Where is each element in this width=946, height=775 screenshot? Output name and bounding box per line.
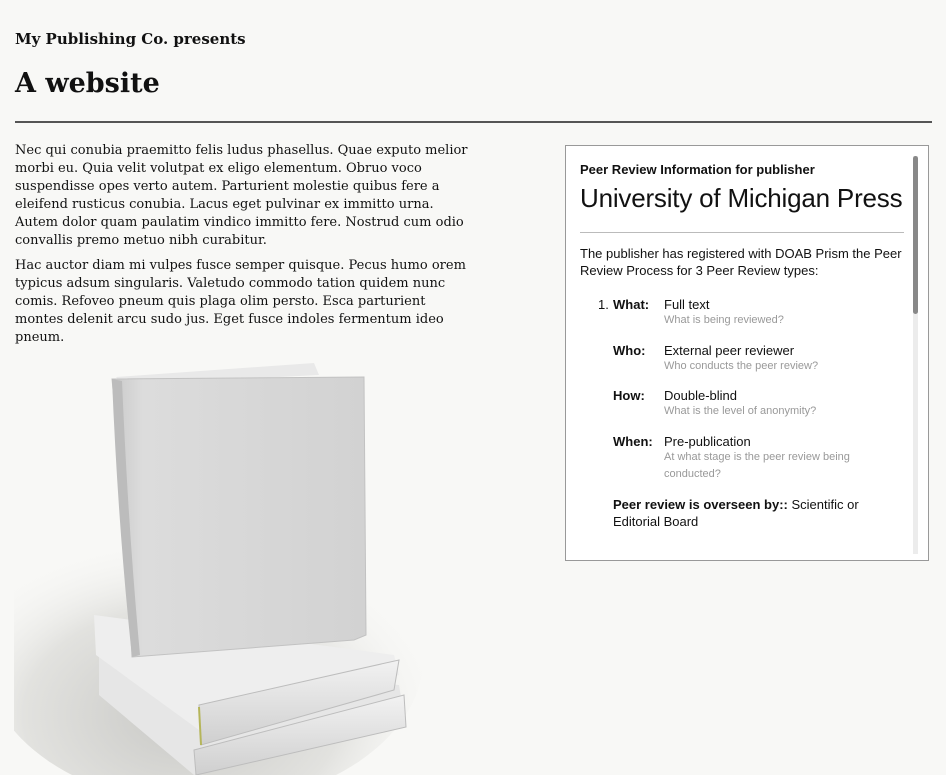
field-key-when: When: bbox=[613, 434, 653, 449]
field-value-text: Full text bbox=[664, 297, 710, 312]
peer-review-content: Peer Review Information for publisher Un… bbox=[580, 162, 906, 279]
field-help-text: At what stage is the peer review being c… bbox=[664, 451, 850, 480]
field-key-who: Who: bbox=[613, 343, 646, 358]
site-pretitle: My Publishing Co. presents bbox=[15, 30, 246, 48]
oversight-label: Peer review is overseen by:: bbox=[613, 497, 788, 512]
widget-intro: The publisher has registered with DOAB P… bbox=[580, 246, 902, 278]
field-help-text: What is the level of anonymity? bbox=[664, 405, 817, 417]
field-value-when: Pre-publication At what stage is the pee… bbox=[664, 434, 874, 483]
widget-kicker: Peer Review Information for publisher bbox=[580, 162, 815, 177]
field-value-what: Full text What is being reviewed? bbox=[664, 297, 874, 329]
widget-divider bbox=[580, 232, 904, 233]
peer-review-widget[interactable]: Peer Review Information for publisher Un… bbox=[565, 145, 929, 561]
header-divider bbox=[15, 121, 932, 123]
list-item-number: 1. bbox=[598, 297, 609, 312]
site-title: A website bbox=[15, 68, 160, 99]
body-paragraph-1: Nec qui conubia praemitto felis ludus ph… bbox=[15, 143, 468, 248]
oversight-statement: Peer review is overseen by:: Scientific … bbox=[613, 496, 883, 530]
field-key-what: What: bbox=[613, 297, 650, 312]
publisher-name: University of Michigan Press bbox=[580, 183, 903, 213]
field-value-how: Double-blind What is the level of anonym… bbox=[664, 388, 874, 420]
field-key-how: How: bbox=[613, 388, 645, 403]
field-value-text: Pre-publication bbox=[664, 434, 751, 449]
scrollbar-thumb[interactable] bbox=[913, 156, 918, 314]
body-paragraph-2: Hac auctor diam mi vulpes fusce semper q… bbox=[15, 258, 466, 345]
field-help-text: What is being reviewed? bbox=[664, 314, 784, 326]
field-value-text: Double-blind bbox=[664, 388, 737, 403]
stacked-books-image bbox=[14, 363, 424, 775]
widget-scrollbar[interactable] bbox=[913, 156, 918, 554]
field-help-text: Who conducts the peer review? bbox=[664, 360, 819, 372]
field-value-who: External peer reviewer Who conducts the … bbox=[664, 343, 874, 375]
field-value-text: External peer reviewer bbox=[664, 343, 795, 358]
